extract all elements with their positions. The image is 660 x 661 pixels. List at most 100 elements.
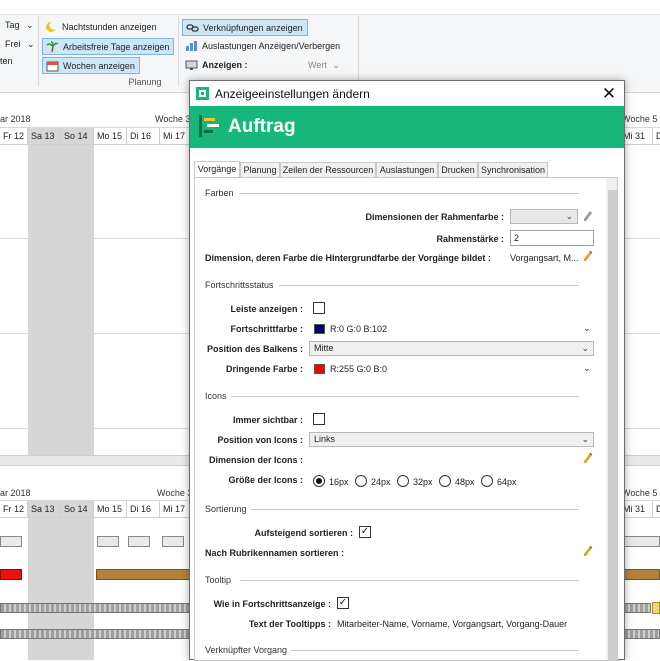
pencil-icon[interactable] xyxy=(583,210,593,222)
show-links-label: Verknüpfungen anzeigen xyxy=(203,23,303,33)
bg-color-label: Dimension, deren Farbe die Hintergrundfa… xyxy=(205,253,491,263)
day-cell[interactable]: Mo 15 xyxy=(94,128,127,145)
tooltip-text-label: Text der Tooltipps : xyxy=(248,619,331,629)
show-bar-checkbox[interactable] xyxy=(313,302,325,314)
day-cell[interactable]: D xyxy=(653,501,660,518)
load-strip xyxy=(0,603,190,613)
section-title: Sortierung xyxy=(205,504,247,514)
chevron-down-icon[interactable]: ⌄ xyxy=(583,323,591,334)
day-cell[interactable]: Mo 15 xyxy=(94,501,127,518)
scrollbar-thumb[interactable] xyxy=(608,190,617,660)
night-hours-button[interactable]: Nachtstunden anzeigen xyxy=(42,19,161,36)
ascending-checkbox[interactable]: ✓ xyxy=(359,526,371,538)
display-settings-dialog: Anzeigeeinstellungen ändern ✕ Auftrag Vo… xyxy=(189,80,625,661)
day-cell[interactable]: Di 16 xyxy=(127,128,160,145)
section-title: Tooltip xyxy=(205,575,232,585)
ribbon-free-label: Frei xyxy=(5,39,21,49)
tab-synchronisation[interactable]: Synchronisation xyxy=(478,162,548,177)
week-header-lower: Woche 3 xyxy=(157,488,193,498)
icon-size-radio-24[interactable] xyxy=(355,475,367,487)
settings-panel: Farben Dimensionen der Rahmenfarbe : ⌄ R… xyxy=(194,177,618,661)
day-cell-weekend[interactable]: So 14 xyxy=(61,501,94,518)
bar-position-label: Position des Balkens : xyxy=(206,344,303,354)
show-weeks-button[interactable]: Wochen anzeigen xyxy=(42,57,140,74)
always-visible-checkbox[interactable] xyxy=(313,413,325,425)
urgent-color-value: R:255 G:0 B:0 xyxy=(330,364,388,374)
non-working-days-label: Arbeitsfreie Tage anzeigen xyxy=(63,42,170,52)
icon-size-option: 16px xyxy=(329,477,349,487)
ascending-label: Aufsteigend sortieren : xyxy=(254,528,353,538)
chevron-down-icon: ⌄ xyxy=(26,20,34,30)
pencil-icon[interactable] xyxy=(583,452,593,464)
task-bar[interactable] xyxy=(624,536,660,547)
chevron-down-icon: ⌄ xyxy=(565,211,573,221)
task-bar[interactable] xyxy=(162,536,184,547)
tooltip-as-progress-checkbox[interactable]: ✓ xyxy=(337,597,349,609)
non-working-days-button[interactable]: Arbeitsfreie Tage anzeigen xyxy=(42,38,175,55)
ribbon-free-dropdown[interactable]: Frei ⌄ xyxy=(5,39,35,50)
ribbon-separator xyxy=(178,16,179,86)
day-cell[interactable]: Di 16 xyxy=(127,501,160,518)
show-loads-label: Auslastungen Anzeigen/Verbergen xyxy=(202,41,341,51)
tab-auslastungen[interactable]: Auslastungen xyxy=(376,162,438,177)
ribbon-cut-label: ten xyxy=(0,56,13,66)
task-bar[interactable] xyxy=(97,536,119,547)
value-dropdown[interactable]: Wert ⌄ xyxy=(308,60,340,71)
frame-thickness-input[interactable]: 2 xyxy=(510,230,594,246)
show-loads-button[interactable]: Auslastungen Anzeigen/Verbergen xyxy=(182,38,344,55)
urgent-color-swatch[interactable] xyxy=(314,364,325,374)
close-icon[interactable]: ✕ xyxy=(594,82,624,105)
ribbon-separator xyxy=(358,16,359,86)
day-cell[interactable]: Mi 17 xyxy=(160,501,190,518)
icon-size-radio-32[interactable] xyxy=(397,475,409,487)
ribbon-tabstrip xyxy=(0,0,660,15)
tab-planung[interactable]: Planung xyxy=(240,162,280,177)
tab-zeilen-ressourcen[interactable]: Zeilen der Ressourcen xyxy=(280,162,376,177)
task-bar-brown[interactable] xyxy=(96,569,190,580)
day-cell[interactable]: Fr 12 xyxy=(0,501,28,518)
pencil-icon[interactable] xyxy=(583,545,593,557)
section-title: Fortschrittsstatus xyxy=(205,280,274,290)
tab-drucken[interactable]: Drucken xyxy=(438,162,478,177)
show-links-button[interactable]: Verknüpfungen anzeigen xyxy=(182,19,308,36)
day-cell[interactable]: Mi 17 xyxy=(160,128,190,145)
ribbon-group-label: Planung xyxy=(128,77,162,87)
bg-color-value: Vorgangsart, M... xyxy=(510,253,579,263)
bar-position-value: Mitte xyxy=(314,343,334,353)
show-weeks-label: Wochen anzeigen xyxy=(63,61,135,71)
section-title: Icons xyxy=(205,391,227,401)
task-bar[interactable] xyxy=(128,536,150,547)
ribbon-day-dropdown[interactable]: Tag ⌄ xyxy=(5,20,34,31)
day-cell-weekend[interactable]: Sa 13 xyxy=(28,501,61,518)
show-bar-label: Leiste anzeigen : xyxy=(230,304,303,314)
icon-size-radio-48[interactable] xyxy=(439,475,451,487)
show-label: Anzeigen : xyxy=(202,60,248,70)
day-cell[interactable]: D xyxy=(653,128,660,145)
icon-size-label: Größe der Icons : xyxy=(228,475,303,485)
bar-position-select[interactable]: Mitte ⌄ xyxy=(309,341,594,356)
ribbon-day-label: Tag xyxy=(5,20,20,30)
show-dropdown[interactable]: Anzeigen : xyxy=(182,57,252,74)
chevron-down-icon[interactable]: ⌄ xyxy=(583,363,591,374)
ribbon-cut-item[interactable]: ten xyxy=(0,56,13,66)
dialog-title: Anzeigeeinstellungen ändern xyxy=(215,87,370,101)
day-cell-weekend[interactable]: So 14 xyxy=(61,128,94,145)
calendar-icon xyxy=(46,61,59,72)
tab-vorgaenge[interactable]: Vorgänge xyxy=(194,161,240,178)
task-bar-brown[interactable] xyxy=(624,569,660,580)
section-title: Verknüpfter Vorgang xyxy=(205,645,288,655)
tooltip-as-progress-label: Wie in Fortschrittsanzeige : xyxy=(213,599,331,609)
pencil-icon[interactable] xyxy=(583,250,593,262)
day-cell[interactable]: Fr 12 xyxy=(0,128,28,145)
frame-color-select[interactable]: ⌄ xyxy=(510,209,578,224)
icon-size-option: 32px xyxy=(413,477,433,487)
day-cell-weekend[interactable]: Sa 13 xyxy=(28,128,61,145)
icon-position-select[interactable]: Links ⌄ xyxy=(309,432,594,447)
value-label: Wert xyxy=(308,60,327,70)
urgent-task-bar[interactable] xyxy=(0,569,22,580)
weekend-column xyxy=(28,145,94,455)
task-bar[interactable] xyxy=(0,536,22,547)
icon-size-radio-16[interactable] xyxy=(313,475,325,487)
icon-size-radio-64[interactable] xyxy=(481,475,493,487)
progress-color-swatch[interactable] xyxy=(314,324,325,334)
